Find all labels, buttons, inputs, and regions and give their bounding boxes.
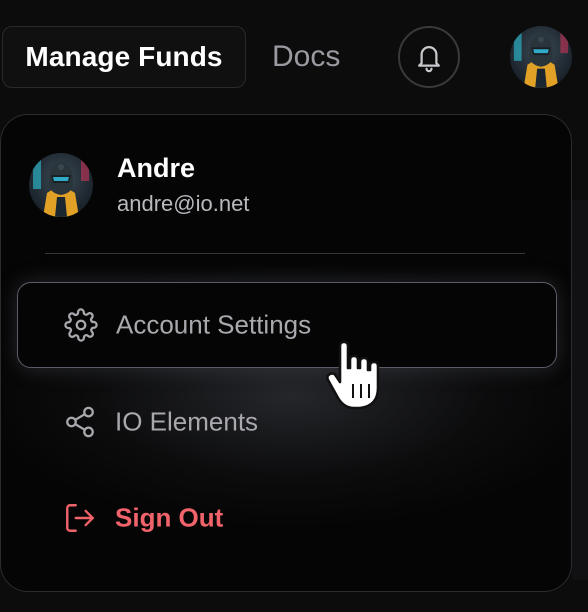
user-dropdown-menu: Andre andre@io.net Account Settings IO E… (0, 114, 572, 592)
avatar-image (29, 153, 93, 217)
menu-item-label: IO Elements (115, 406, 259, 437)
bell-icon (418, 46, 440, 73)
menu-item-label: Account Settings (116, 309, 312, 340)
menu-divider (45, 253, 525, 254)
app-root: Manage Funds Docs Andre andre@io.net Acc… (0, 0, 588, 612)
profile-avatar (29, 153, 93, 217)
menu-item-sign-out[interactable]: Sign Out (17, 475, 557, 561)
avatar-image (510, 26, 572, 88)
notifications-button[interactable] (398, 26, 460, 88)
hand-pointer-cursor-icon (326, 340, 380, 410)
gear-icon (64, 308, 98, 342)
user-avatar-button[interactable] (510, 26, 572, 88)
menu-item-label: Sign Out (115, 502, 224, 533)
manage-funds-button[interactable]: Manage Funds (2, 26, 246, 88)
profile-name: Andre (117, 153, 196, 183)
docs-link[interactable]: Docs (272, 36, 340, 78)
sign-out-icon (63, 501, 97, 535)
background-panel-edge (572, 200, 588, 580)
top-navigation-bar: Manage Funds Docs (0, 0, 588, 112)
menu-item-io-elements[interactable]: IO Elements (17, 379, 557, 465)
menu-item-account-settings[interactable]: Account Settings (17, 282, 557, 368)
share-icon (63, 405, 97, 439)
profile-email: andre@io.net (117, 191, 250, 216)
